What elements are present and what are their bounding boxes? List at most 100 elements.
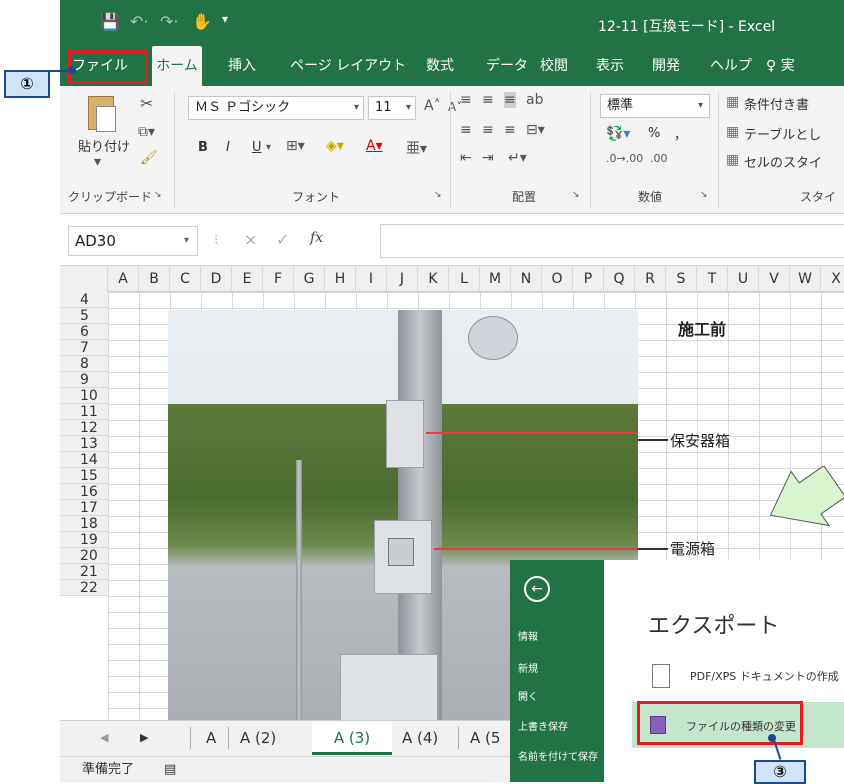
font-name-select[interactable]: ＭＳ Ｐゴシック ▾ <box>188 96 364 120</box>
number-format-select[interactable]: 標準 ▾ <box>600 94 710 118</box>
align-right-icon[interactable]: ≡ <box>504 122 516 138</box>
tab-data[interactable]: データ <box>486 46 528 86</box>
increase-indent-icon[interactable]: ⇥ <box>482 150 494 166</box>
format-painter-icon[interactable]: 🖌 <box>140 150 158 166</box>
sheet-tab-active[interactable]: A (3) <box>312 721 392 755</box>
cell-styles-icon[interactable]: ▦ <box>726 152 739 168</box>
paste-dropdown-icon[interactable]: ▾ <box>94 154 101 170</box>
underline-button[interactable]: U <box>252 140 262 155</box>
tab-view[interactable]: 表示 <box>596 46 624 86</box>
row-header[interactable]: 14 <box>60 452 108 468</box>
cancel-button[interactable]: × <box>244 230 257 249</box>
font-name-dropdown-icon[interactable]: ▾ <box>354 97 359 119</box>
align-bottom-icon[interactable]: ≡ <box>504 92 516 108</box>
borders-icon[interactable]: ⊞▾ <box>286 138 305 154</box>
italic-button[interactable]: I <box>226 140 230 155</box>
column-header[interactable]: F <box>263 266 294 292</box>
row-header[interactable]: 11 <box>60 404 108 420</box>
tab-formulas[interactable]: 数式 <box>426 46 454 86</box>
percent-button[interactable]: % <box>648 126 660 141</box>
row-header[interactable]: 10 <box>60 388 108 404</box>
column-header[interactable]: V <box>759 266 790 292</box>
column-header[interactable]: Q <box>604 266 635 292</box>
format-table-button[interactable]: テーブルとし <box>744 124 821 143</box>
fill-color-icon[interactable]: ◈▾ <box>326 138 344 154</box>
insert-function-button[interactable]: fx <box>310 230 323 246</box>
name-box-dropdown-icon[interactable]: ▾ <box>184 227 189 255</box>
column-header[interactable]: D <box>201 266 232 292</box>
align-center-icon[interactable]: ≡ <box>482 122 494 138</box>
align-top-icon[interactable]: ≡ <box>460 92 472 108</box>
tab-developer[interactable]: 開発 <box>652 46 680 86</box>
name-box[interactable]: AD30 ▾ <box>68 226 198 256</box>
formula-input[interactable] <box>380 224 844 258</box>
phonetic-icon[interactable]: 亜▾ <box>406 138 427 158</box>
column-header[interactable]: P <box>573 266 604 292</box>
paste-icon[interactable] <box>96 106 116 132</box>
create-pdf-xps-option[interactable]: PDF/XPS ドキュメントの作成 <box>690 668 839 684</box>
sheet-tab[interactable]: A (4) <box>402 721 438 755</box>
tab-home[interactable]: ホーム <box>152 46 202 86</box>
column-header[interactable]: A <box>108 266 139 292</box>
save-icon[interactable]: 💾 <box>100 12 120 31</box>
row-header[interactable]: 21 <box>60 564 108 580</box>
row-header[interactable]: 9 <box>60 372 108 388</box>
sheet-tab[interactable]: A (5 <box>470 721 500 755</box>
tab-insert[interactable]: 挿入 <box>228 46 256 86</box>
conditional-format-button[interactable]: 条件付き書 <box>744 94 809 113</box>
row-header[interactable]: 13 <box>60 436 108 452</box>
number-launcher-icon[interactable]: ↘ <box>700 190 708 200</box>
format-table-icon[interactable]: ▦ <box>726 124 739 140</box>
align-left-icon[interactable]: ≡ <box>460 122 472 138</box>
row-header[interactable]: 18 <box>60 516 108 532</box>
tab-review[interactable]: 校閲 <box>540 46 568 86</box>
decrease-indent-icon[interactable]: ⇤ <box>460 150 472 166</box>
row-header[interactable]: 6 <box>60 324 108 340</box>
tab-page-layout[interactable]: ページ レイアウト <box>290 46 406 86</box>
redo-icon[interactable]: ↷· <box>160 12 179 31</box>
sheet-tab[interactable]: A <box>206 721 216 755</box>
sheet-tab[interactable]: A (2) <box>240 721 276 755</box>
row-header[interactable]: 17 <box>60 500 108 516</box>
row-header[interactable]: 16 <box>60 484 108 500</box>
align-middle-icon[interactable]: ≡ <box>482 92 494 108</box>
column-header[interactable]: E <box>232 266 263 292</box>
font-launcher-icon[interactable]: ↘ <box>434 190 442 200</box>
row-header[interactable]: 19 <box>60 532 108 548</box>
column-header[interactable]: W <box>790 266 821 292</box>
cut-icon[interactable]: ✂ <box>140 94 153 113</box>
column-header[interactable]: H <box>325 266 356 292</box>
column-header[interactable]: O <box>542 266 573 292</box>
tab-tell-me[interactable]: ♀ 実 <box>766 46 795 86</box>
column-header[interactable]: L <box>449 266 480 292</box>
row-header[interactable]: 7 <box>60 340 108 356</box>
cell-styles-button[interactable]: セルのスタイ <box>744 152 822 171</box>
column-header[interactable]: T <box>697 266 728 292</box>
column-header[interactable]: C <box>170 266 201 292</box>
row-header[interactable]: 20 <box>60 548 108 564</box>
scroll-right-icon[interactable]: ▶ <box>140 721 148 755</box>
increase-decimal-icon[interactable]: .0→.00 <box>606 152 643 165</box>
comma-button[interactable]: ， <box>674 124 687 143</box>
column-header[interactable]: S <box>666 266 697 292</box>
number-format-dropdown-icon[interactable]: ▾ <box>698 95 703 117</box>
wrap-text-icon[interactable]: ↵▾ <box>508 150 527 166</box>
currency-icon[interactable]: 💱▾ <box>606 126 630 142</box>
increase-font-icon[interactable]: A˄ <box>424 98 441 114</box>
row-header[interactable]: 15 <box>60 468 108 484</box>
scroll-left-icon[interactable]: ◀ <box>100 721 108 755</box>
tab-help[interactable]: ヘルプ <box>710 46 752 86</box>
alignment-launcher-icon[interactable]: ↘ <box>572 190 580 200</box>
clipboard-launcher-icon[interactable]: ↘ <box>154 190 162 200</box>
font-size-select[interactable]: 11 ▾ <box>368 96 416 120</box>
column-header[interactable]: X <box>821 266 844 292</box>
select-all-button[interactable] <box>60 266 108 292</box>
font-size-dropdown-icon[interactable]: ▾ <box>406 97 411 119</box>
column-header[interactable]: I <box>356 266 387 292</box>
column-header[interactable]: N <box>511 266 542 292</box>
column-header[interactable]: B <box>139 266 170 292</box>
macro-record-icon[interactable]: ▤ <box>164 757 176 782</box>
column-header[interactable]: J <box>387 266 418 292</box>
nav-save[interactable]: 上書き保存 <box>518 718 568 733</box>
column-header[interactable]: G <box>294 266 325 292</box>
